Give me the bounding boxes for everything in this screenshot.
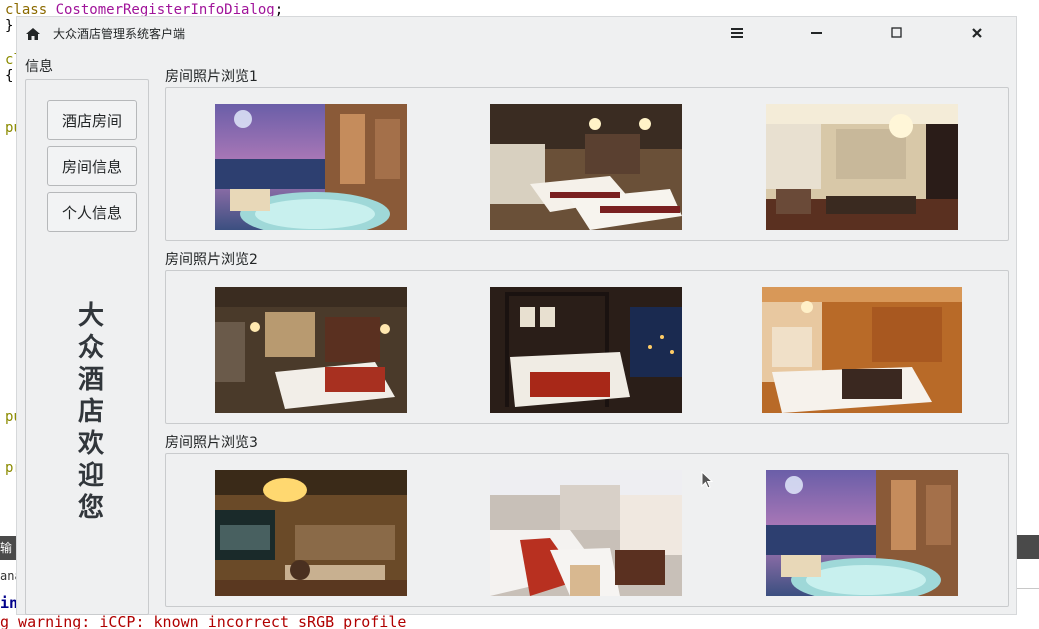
room-photo-spa-bath-2[interactable] [766,470,958,596]
menu-button[interactable] [726,23,748,43]
gallery-title: 房间照片浏览2 [165,252,258,268]
gallery-title: 房间照片浏览3 [165,435,258,451]
mouse-cursor-icon [701,471,714,489]
room-photo-suite-living[interactable] [766,104,958,230]
room-photo-gallery-1 [165,87,1009,241]
background-divider [1017,588,1039,589]
code-line: { [5,68,14,84]
gallery-title: 房间照片浏览1 [165,69,258,85]
room-photo-gallery-2 [165,270,1009,424]
room-photo-twin-room[interactable] [490,104,682,230]
sidebar-group-title: 信息 [25,59,53,75]
room-photo-gallery-3 [165,453,1009,607]
sidebar-panel: 酒店房间 房间信息 个人信息 大众酒店欢迎您 [25,79,149,615]
background-panel [1017,535,1039,559]
client-window: 大众酒店管理系统客户端 信息 酒店房间 房间信息 个人信息 大众酒店欢迎您 房间… [16,16,1017,615]
room-photo-spa-bath[interactable] [215,104,407,230]
hamburger-menu-icon [731,28,743,38]
close-button[interactable] [966,23,988,43]
personal-info-button[interactable]: 个人信息 [47,192,137,232]
welcome-text: 大众酒店欢迎您 [77,301,104,523]
background-tab[interactable]: 输 [0,536,16,560]
room-info-button[interactable]: 房间信息 [47,146,137,186]
title-bar[interactable]: 大众酒店管理系统客户端 [17,17,1016,49]
close-icon [972,28,982,38]
warning-message: g warning: iCCP: known incorrect sRGB pr… [0,613,407,629]
maximize-button[interactable] [886,23,908,43]
minimize-button[interactable] [806,23,828,43]
minimize-icon [811,32,822,34]
room-photo-warm-room[interactable] [762,287,962,413]
room-photo-king-bed[interactable] [215,287,407,413]
hotel-rooms-button[interactable]: 酒店房间 [47,100,137,140]
room-photo-canopy-bed[interactable] [490,287,682,413]
window-title: 大众酒店管理系统客户端 [53,27,186,41]
room-photo-modern-twin[interactable] [490,470,682,596]
room-photo-lounge[interactable] [215,470,407,596]
maximize-icon [891,27,902,38]
home-icon [25,26,41,40]
code-line: } [5,18,14,34]
